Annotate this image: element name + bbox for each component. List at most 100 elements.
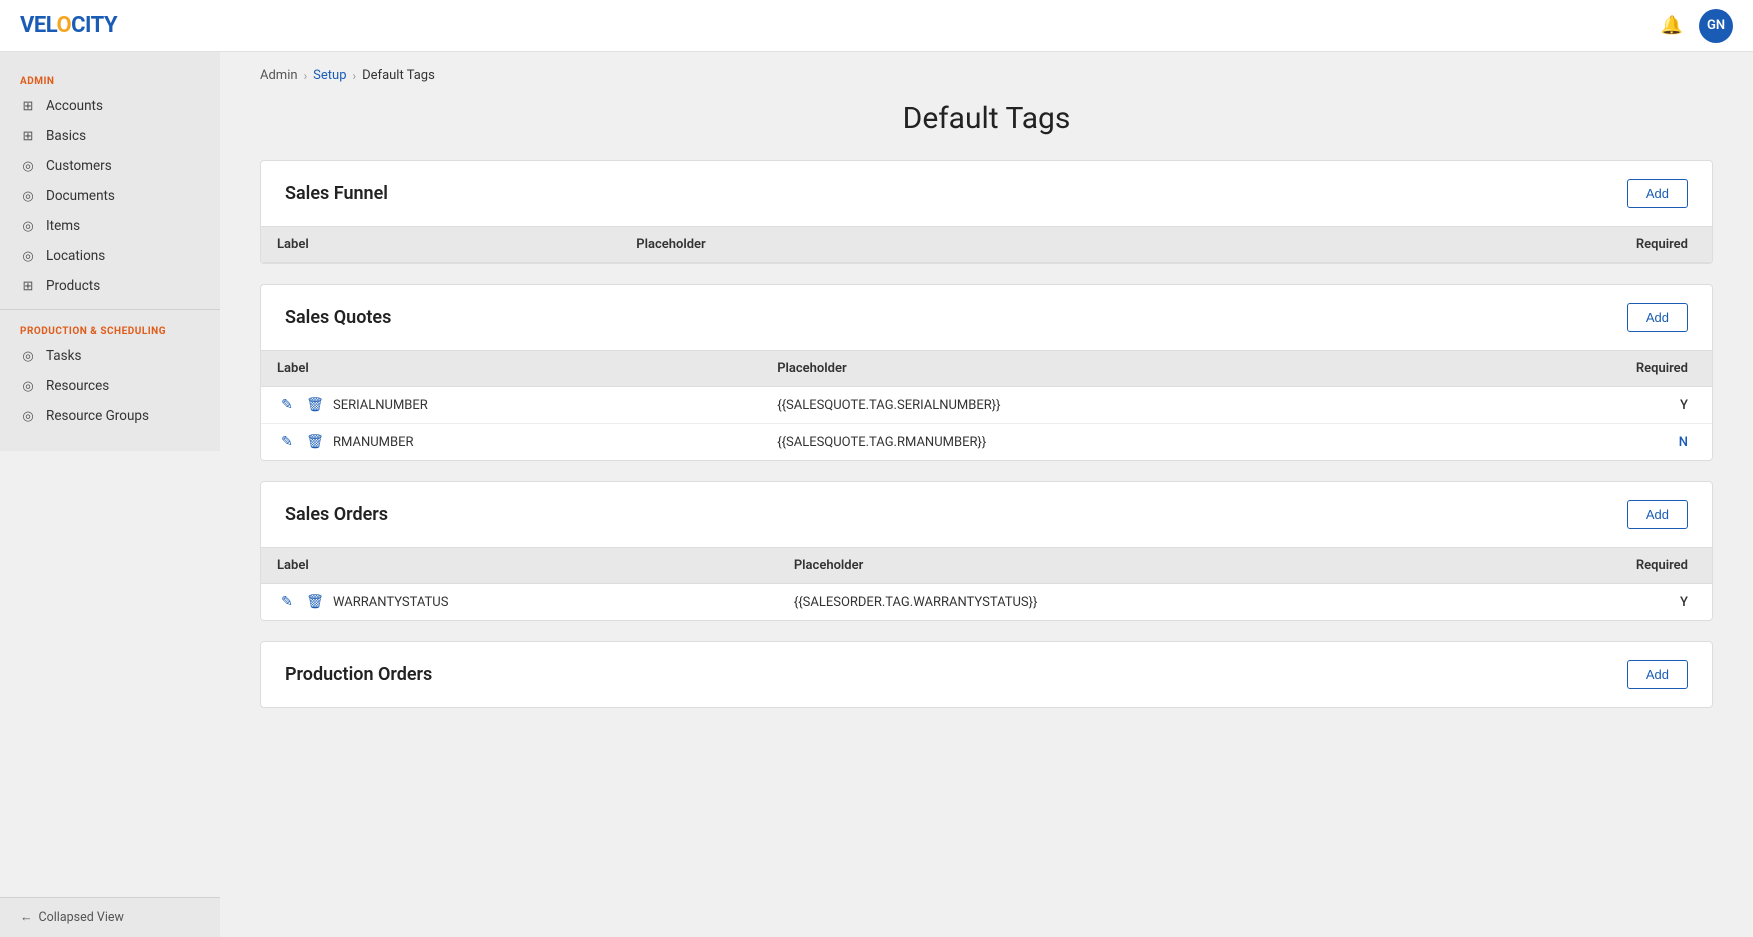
sales-funnel-add-button[interactable]: Add — [1627, 179, 1688, 208]
production-orders-add-button[interactable]: Add — [1627, 660, 1688, 689]
sidebar-footer-label: Collapsed View — [39, 910, 124, 925]
sales-orders-add-button[interactable]: Add — [1627, 500, 1688, 529]
sales-orders-header: Sales Orders Add — [261, 482, 1712, 547]
sales-quotes-section: Sales Quotes Add Label Placeholder Requi… — [260, 284, 1713, 461]
sidebar: ADMIN ⊞ Accounts ⊞ Basics ◎ Customers ◎ … — [0, 52, 220, 451]
sales-orders-col-placeholder: Placeholder — [778, 548, 1478, 584]
tasks-icon: ◎ — [20, 348, 36, 364]
sales-quotes-table: Label Placeholder Required ✎ 🗑 SERIALNUM… — [261, 350, 1712, 460]
sidebar-item-items-label: Items — [46, 218, 80, 234]
sidebar-item-resource-groups[interactable]: ◎ Resource Groups — [0, 401, 220, 431]
resource-groups-icon: ◎ — [20, 408, 36, 424]
sidebar-item-accounts-label: Accounts — [46, 98, 103, 114]
logo-o: O — [56, 13, 71, 38]
sales-quotes-tbody: ✎ 🗑 SERIALNUMBER {{SALESQUOTE.TAG.SERIAL… — [261, 387, 1712, 461]
sidebar-item-basics-label: Basics — [46, 128, 86, 144]
items-icon: ◎ — [20, 218, 36, 234]
sidebar-collapse-btn[interactable]: ← Collapsed View — [0, 897, 220, 937]
sidebar-item-tasks-label: Tasks — [46, 348, 81, 364]
sales-orders-row1-label: WARRANTYSTATUS — [333, 595, 448, 610]
sales-orders-row1-placeholder: {{SALESORDER.TAG.WARRANTYSTATUS}} — [778, 584, 1478, 621]
sales-quotes-col-label: Label — [261, 351, 761, 387]
sidebar-item-customers-label: Customers — [46, 158, 112, 174]
page-title: Default Tags — [220, 91, 1753, 160]
layout: ADMIN ⊞ Accounts ⊞ Basics ◎ Customers ◎ … — [0, 52, 1753, 937]
breadcrumb: Admin › Setup › Default Tags — [220, 52, 1753, 91]
admin-section-label: ADMIN — [0, 68, 220, 91]
edit-icon-sq-1[interactable]: ✎ — [277, 397, 297, 413]
sales-quotes-add-button[interactable]: Add — [1627, 303, 1688, 332]
sales-quotes-row1-label-cell: ✎ 🗑 SERIALNUMBER — [261, 387, 761, 424]
sales-orders-row1-label-cell: ✎ 🗑 WARRANTYSTATUS — [261, 584, 778, 621]
edit-icon-so-1[interactable]: ✎ — [277, 594, 297, 610]
production-orders-section: Production Orders Add — [260, 641, 1713, 708]
sidebar-item-resources-label: Resources — [46, 378, 109, 394]
sales-quotes-row2-label: RMANUMBER — [333, 435, 414, 450]
notifications-icon[interactable]: 🔔 — [1661, 15, 1683, 36]
sales-orders-tbody: ✎ 🗑 WARRANTYSTATUS {{SALESORDER.TAG.WARR… — [261, 584, 1712, 621]
sales-quotes-row2-required: N — [1460, 424, 1712, 461]
delete-icon-sq-1[interactable]: 🗑 — [305, 397, 325, 413]
sidebar-item-basics[interactable]: ⊞ Basics — [0, 121, 220, 151]
sales-quotes-header: Sales Quotes Add — [261, 285, 1712, 350]
sales-quotes-row1-required: Y — [1460, 387, 1712, 424]
sales-quotes-row1-placeholder: {{SALESQUOTE.TAG.SERIALNUMBER}} — [761, 387, 1460, 424]
sales-funnel-col-required: Required — [1193, 227, 1712, 263]
logo-text: VELOCITY — [20, 13, 117, 38]
production-orders-header: Production Orders Add — [261, 642, 1712, 707]
edit-icon-sq-2[interactable]: ✎ — [277, 434, 297, 450]
sidebar-item-products[interactable]: ⊞ Products — [0, 271, 220, 301]
sales-funnel-table: Label Placeholder Required — [261, 226, 1712, 263]
breadcrumb-sep-1: › — [304, 69, 308, 83]
sidebar-item-tasks[interactable]: ◎ Tasks — [0, 341, 220, 371]
sales-quotes-row2-placeholder: {{SALESQUOTE.TAG.RMANUMBER}} — [761, 424, 1460, 461]
sales-funnel-col-placeholder: Placeholder — [620, 227, 1192, 263]
sales-orders-table-header-row: Label Placeholder Required — [261, 548, 1712, 584]
breadcrumb-default-tags: Default Tags — [362, 68, 435, 83]
sales-funnel-header: Sales Funnel Add — [261, 161, 1712, 226]
sales-quotes-table-header-row: Label Placeholder Required — [261, 351, 1712, 387]
production-orders-title: Production Orders — [285, 664, 432, 685]
sidebar-item-documents[interactable]: ◎ Documents — [0, 181, 220, 211]
sidebar-item-accounts[interactable]: ⊞ Accounts — [0, 91, 220, 121]
sidebar-item-products-label: Products — [46, 278, 100, 294]
resources-icon: ◎ — [20, 378, 36, 394]
sidebar-item-resources[interactable]: ◎ Resources — [0, 371, 220, 401]
locations-icon: ◎ — [20, 248, 36, 264]
breadcrumb-admin: Admin — [260, 68, 298, 83]
sales-funnel-section: Sales Funnel Add Label Placeholder Requi… — [260, 160, 1713, 264]
delete-icon-so-1[interactable]: 🗑 — [305, 594, 325, 610]
breadcrumb-sep-2: › — [353, 69, 357, 83]
sales-funnel-table-header-row: Label Placeholder Required — [261, 227, 1712, 263]
sales-funnel-title: Sales Funnel — [285, 183, 388, 204]
table-row: ✎ 🗑 RMANUMBER {{SALESQUOTE.TAG.RMANUMBER… — [261, 424, 1712, 461]
basics-icon: ⊞ — [20, 128, 36, 144]
delete-icon-sq-2[interactable]: 🗑 — [305, 434, 325, 450]
sales-quotes-title: Sales Quotes — [285, 307, 391, 328]
main-content: Admin › Setup › Default Tags Default Tag… — [220, 52, 1753, 937]
sidebar-item-items[interactable]: ◎ Items — [0, 211, 220, 241]
sales-orders-col-label: Label — [261, 548, 778, 584]
sidebar-wrapper: ADMIN ⊞ Accounts ⊞ Basics ◎ Customers ◎ … — [0, 52, 220, 937]
collapse-arrow-icon: ← — [20, 910, 33, 925]
top-nav-right: 🔔 GN — [1661, 9, 1733, 43]
top-nav: VELOCITY 🔔 GN — [0, 0, 1753, 52]
customers-icon: ◎ — [20, 158, 36, 174]
avatar[interactable]: GN — [1699, 9, 1733, 43]
sales-quotes-col-placeholder: Placeholder — [761, 351, 1460, 387]
table-row: ✎ 🗑 WARRANTYSTATUS {{SALESORDER.TAG.WARR… — [261, 584, 1712, 621]
sidebar-item-locations[interactable]: ◎ Locations — [0, 241, 220, 271]
breadcrumb-setup[interactable]: Setup — [313, 68, 346, 83]
logo[interactable]: VELOCITY — [20, 13, 117, 38]
sidebar-item-customers[interactable]: ◎ Customers — [0, 151, 220, 181]
documents-icon: ◎ — [20, 188, 36, 204]
sales-orders-col-required: Required — [1478, 548, 1712, 584]
sales-orders-table: Label Placeholder Required ✎ 🗑 WARRANTYS… — [261, 547, 1712, 620]
accounts-icon: ⊞ — [20, 98, 36, 114]
sales-orders-row1-required: Y — [1478, 584, 1712, 621]
sales-quotes-row1-label: SERIALNUMBER — [333, 398, 428, 413]
sidebar-item-locations-label: Locations — [46, 248, 105, 264]
sidebar-item-resource-groups-label: Resource Groups — [46, 408, 149, 424]
sales-quotes-col-required: Required — [1460, 351, 1712, 387]
sales-funnel-col-label: Label — [261, 227, 620, 263]
